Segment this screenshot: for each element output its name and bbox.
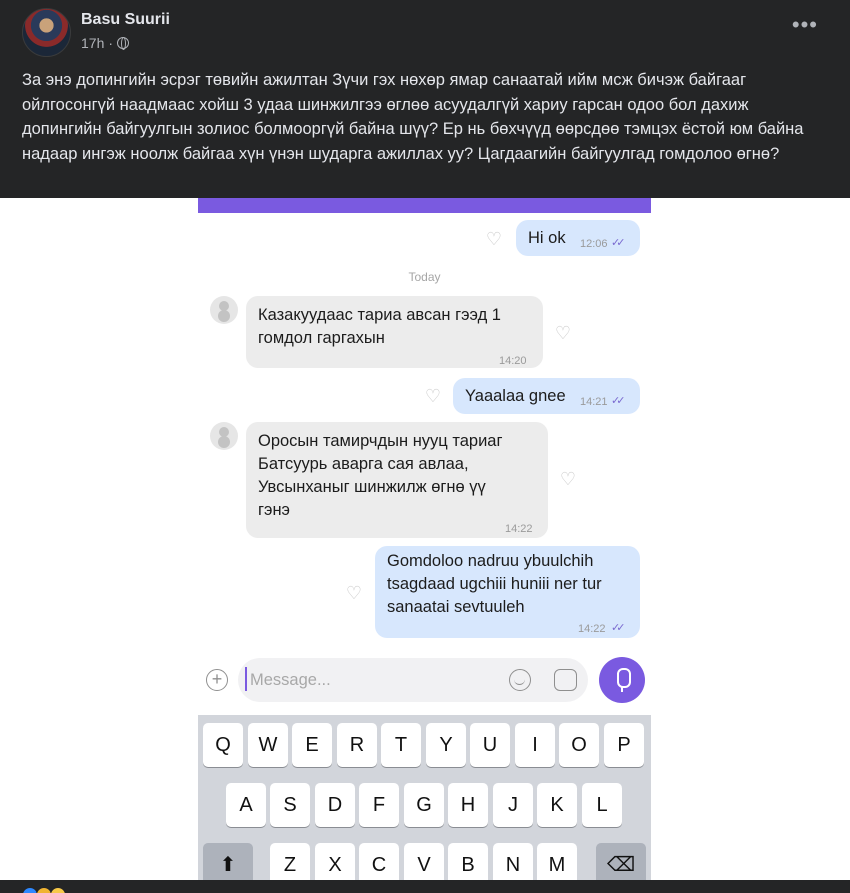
- microphone-icon[interactable]: [599, 657, 645, 703]
- key-v[interactable]: V: [404, 843, 444, 880]
- key-e[interactable]: E: [292, 723, 332, 767]
- message-text: Казакуудаас тариа авсан гээд 1 гомдол га…: [258, 304, 501, 350]
- emoji-icon[interactable]: [509, 669, 531, 691]
- key-k[interactable]: K: [537, 783, 577, 827]
- like-heart-icon[interactable]: ♡: [553, 324, 573, 342]
- key-o[interactable]: O: [559, 723, 599, 767]
- post-time[interactable]: 17h: [81, 35, 104, 51]
- message-line: гэнэ: [258, 501, 290, 519]
- like-heart-icon[interactable]: ♡: [558, 470, 578, 488]
- key-d[interactable]: D: [315, 783, 355, 827]
- like-heart-icon[interactable]: ♡: [344, 584, 364, 602]
- key-g[interactable]: G: [404, 783, 444, 827]
- plus-circle-icon[interactable]: +: [206, 669, 228, 691]
- message-line: Увсынханыг шинжилж өгнө үү: [258, 478, 486, 496]
- like-heart-icon[interactable]: ♡: [484, 230, 504, 248]
- message-bubble-incoming: Казакуудаас тариа авсан гээд 1 гомдол га…: [246, 296, 543, 368]
- key-h[interactable]: H: [448, 783, 488, 827]
- author-name[interactable]: Basu Suurii: [81, 11, 170, 29]
- message-bubble-outgoing: Gomdoloo nadruu ybuulchih tsagdaad ugchi…: [375, 546, 640, 638]
- meta-separator: ·: [108, 35, 114, 51]
- key-s[interactable]: S: [270, 783, 310, 827]
- message-line: Батсуурь аварга сая авлаа,: [258, 455, 469, 473]
- key-r[interactable]: R: [337, 723, 377, 767]
- message-bubble-outgoing: Hi ok 12:06 ✓✓: [516, 220, 640, 256]
- shift-icon[interactable]: ⬆: [203, 843, 253, 880]
- message-line: Оросын тамирчдын нууц тариаг: [258, 432, 503, 450]
- message-time: 14:20: [499, 355, 527, 367]
- message-line: Gomdoloo nadruu ybuulchih: [387, 552, 594, 570]
- text-caret: [245, 667, 247, 691]
- key-i[interactable]: I: [515, 723, 555, 767]
- key-m[interactable]: M: [537, 843, 577, 880]
- message-text: Hi ok: [528, 229, 566, 247]
- more-options-icon[interactable]: •••: [792, 14, 818, 36]
- read-ticks-icon: ✓✓: [611, 395, 626, 407]
- chat-top-bar: [198, 198, 651, 213]
- like-heart-icon[interactable]: ♡: [423, 387, 443, 405]
- post-image[interactable]: ♡ Hi ok 12:06 ✓✓ Today Казакуудаас тариа…: [0, 198, 850, 880]
- read-ticks-icon: ✓✓: [611, 622, 626, 634]
- reactions-strip: [0, 880, 850, 893]
- author-avatar[interactable]: [22, 8, 71, 57]
- read-ticks-icon: ✓✓: [611, 237, 626, 249]
- message-line: Казакуудаас тариа авсан гээд 1: [258, 306, 501, 324]
- key-c[interactable]: C: [359, 843, 399, 880]
- message-text: Yaaalaa gnee: [465, 387, 566, 405]
- globe-icon[interactable]: [117, 37, 130, 50]
- post-meta: 17h ·: [81, 35, 130, 51]
- message-text: Оросын тамирчдын нууц тариаг Батсуурь ав…: [258, 430, 502, 522]
- contact-avatar[interactable]: [210, 296, 238, 324]
- key-b[interactable]: B: [448, 843, 488, 880]
- key-u[interactable]: U: [470, 723, 510, 767]
- message-line: tsagdaad ugchiii huniii ner tur: [387, 575, 602, 593]
- message-line: гомдол гаргахын: [258, 329, 385, 347]
- key-p[interactable]: P: [604, 723, 644, 767]
- key-a[interactable]: A: [226, 783, 266, 827]
- key-t[interactable]: T: [381, 723, 421, 767]
- contact-avatar[interactable]: [210, 422, 238, 450]
- message-time: 12:06: [580, 238, 608, 250]
- message-line: sanaatai sevtuuleh: [387, 598, 525, 616]
- on-screen-keyboard: Q W E R T Y U I O P A S D F G H J K L ⬆ …: [198, 715, 651, 880]
- backspace-icon[interactable]: ⌫: [596, 843, 646, 880]
- message-time: 14:22: [578, 623, 606, 635]
- key-f[interactable]: F: [359, 783, 399, 827]
- key-z[interactable]: Z: [270, 843, 310, 880]
- sticker-icon[interactable]: [554, 669, 577, 691]
- key-x[interactable]: X: [315, 843, 355, 880]
- key-n[interactable]: N: [493, 843, 533, 880]
- post-text: За энэ допингийн эсрэг төвийн ажилтан Зү…: [22, 71, 804, 163]
- message-time: 14:21: [580, 396, 608, 408]
- key-l[interactable]: L: [582, 783, 622, 827]
- chat-screenshot: ♡ Hi ok 12:06 ✓✓ Today Казакуудаас тариа…: [198, 198, 652, 880]
- key-j[interactable]: J: [493, 783, 533, 827]
- key-y[interactable]: Y: [426, 723, 466, 767]
- message-bubble-outgoing: Yaaalaa gnee 14:21 ✓✓: [453, 378, 640, 414]
- message-composer: +: [198, 653, 651, 715]
- post-header: Basu Suurii 17h · •••: [22, 8, 828, 58]
- day-separator: Today: [408, 270, 441, 284]
- message-bubble-incoming: Оросын тамирчдын нууц тариаг Батсуурь ав…: [246, 422, 548, 538]
- key-q[interactable]: Q: [203, 723, 243, 767]
- key-w[interactable]: W: [248, 723, 288, 767]
- message-time: 14:22: [505, 523, 533, 535]
- message-input[interactable]: [238, 658, 588, 702]
- message-text: Gomdoloo nadruu ybuulchih tsagdaad ugchi…: [387, 550, 602, 619]
